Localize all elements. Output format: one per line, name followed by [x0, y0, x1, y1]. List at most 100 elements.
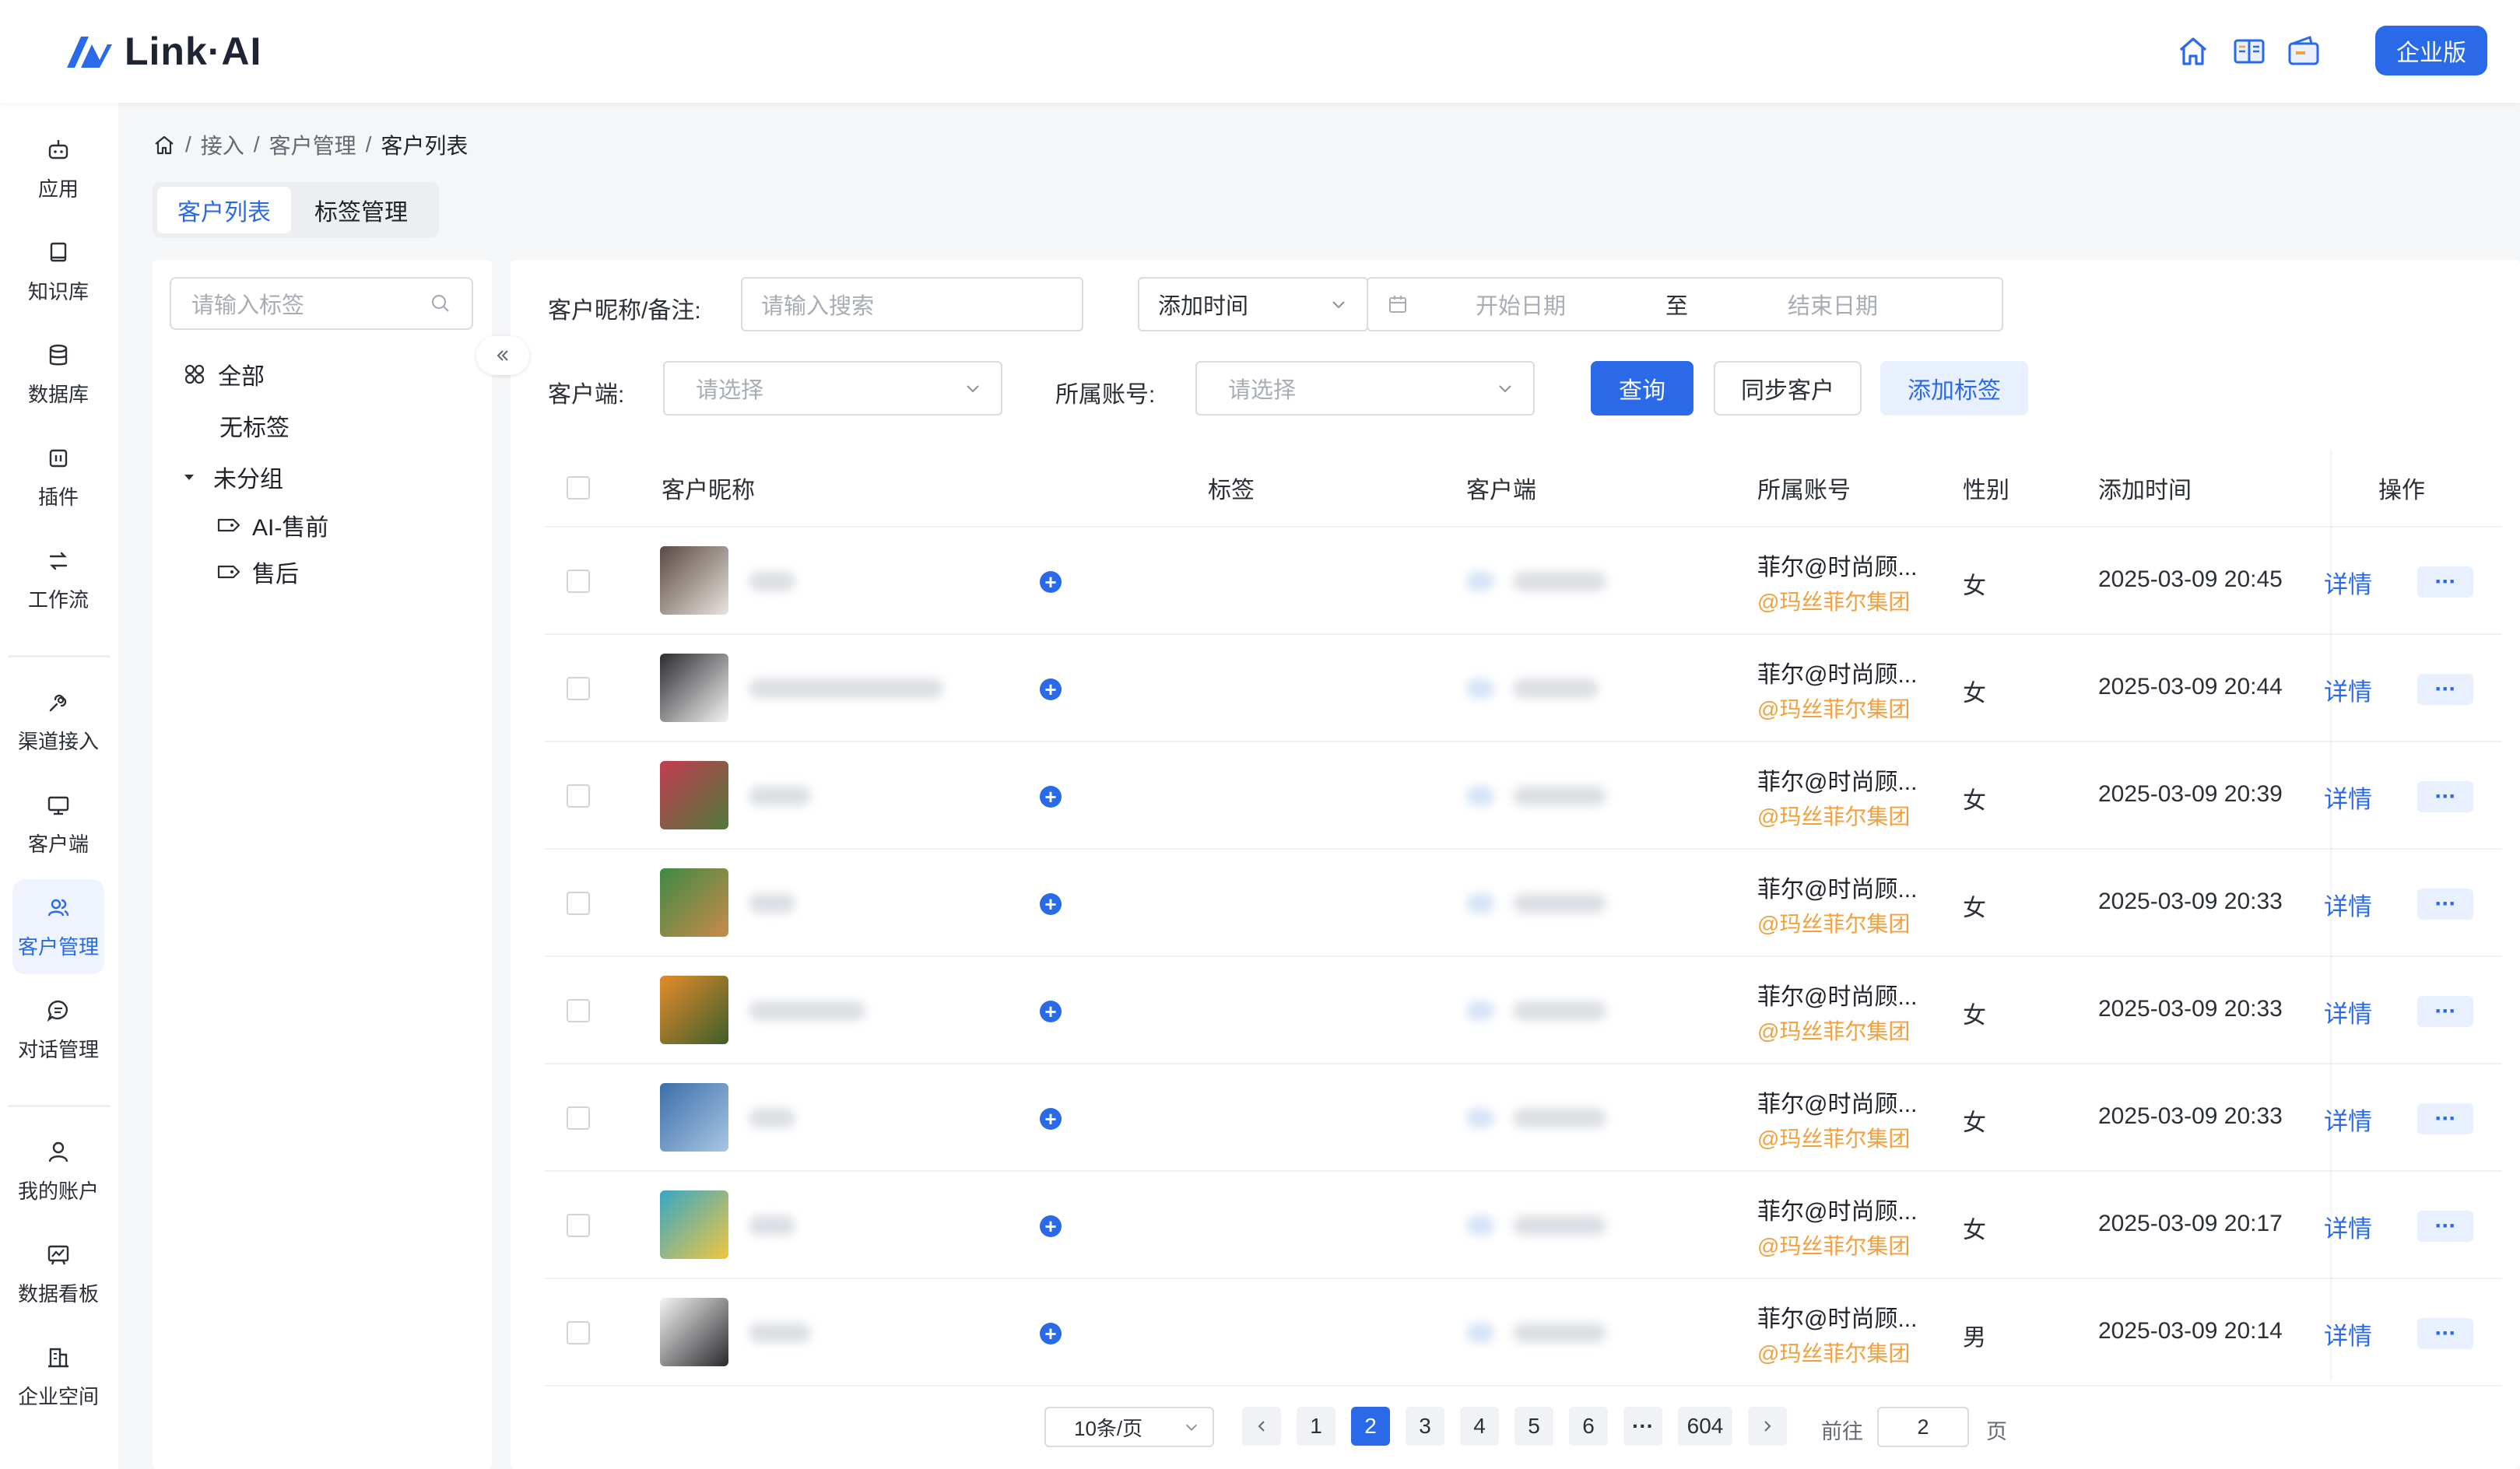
add-time-cell: 2025-03-09 20:33 [2098, 1103, 2283, 1129]
chart-board-icon [47, 1245, 69, 1264]
account-org: @玛丝菲尔集团 [1757, 1341, 1911, 1366]
add-tag-icon[interactable]: + [1040, 1215, 1062, 1237]
tree-node-label: 全部 [218, 364, 265, 390]
page-button[interactable]: 4 [1460, 1407, 1499, 1446]
row-checkbox[interactable] [567, 1214, 590, 1237]
start-date-input[interactable]: 开始日期 [1476, 288, 1566, 321]
tree-node-ai-presale[interactable]: AI-售前 [216, 506, 328, 545]
page-button-current[interactable]: 2 [1351, 1407, 1390, 1446]
sidebar-item-enterprise[interactable]: 企业空间 [12, 1329, 104, 1424]
client-name-redacted [1513, 893, 1606, 913]
more-actions-button[interactable]: ··· [2417, 996, 2473, 1027]
next-page-button[interactable] [1748, 1407, 1787, 1446]
account-select[interactable]: 请选择 [1195, 361, 1535, 415]
nickname-redacted [749, 1215, 795, 1236]
goto-page-input[interactable]: 2 [1877, 1407, 1969, 1447]
tree-node-aftersale[interactable]: 售后 [216, 552, 299, 591]
sidebar-item-workflow[interactable]: 工作流 [12, 532, 104, 627]
row-checkbox[interactable] [567, 677, 590, 700]
tag-search-input[interactable]: 请输入标签 [170, 277, 473, 330]
sidebar-item-database[interactable]: 数据库 [12, 327, 104, 422]
page-size-select[interactable]: 10条/页 [1044, 1407, 1214, 1447]
sidebar-item-label: 数据看板 [17, 1281, 99, 1306]
select-all-checkbox[interactable] [567, 476, 590, 500]
account-org: @玛丝菲尔集团 [1757, 912, 1911, 936]
page-button[interactable]: 6 [1569, 1407, 1608, 1446]
sidebar-item-knowledge[interactable]: 知识库 [12, 224, 104, 319]
collapse-panel-button[interactable] [476, 336, 529, 375]
add-tag-icon[interactable]: + [1040, 1323, 1062, 1345]
breadcrumb-item[interactable]: 客户管理 [269, 129, 356, 160]
sidebar-item-label: 插件 [37, 485, 79, 509]
sidebar-item-customers[interactable]: 客户管理 [12, 879, 104, 974]
tree-node-ungrouped[interactable]: 未分组 [181, 458, 283, 496]
more-actions-button[interactable]: ··· [2417, 889, 2473, 920]
time-type-value: 添加时间 [1158, 294, 1249, 319]
tab-customer-list[interactable]: 客户列表 [157, 187, 291, 233]
tree-node-all[interactable]: 全部 [182, 355, 265, 394]
column-header-time: 添加时间 [2098, 478, 2192, 503]
book-icon[interactable] [2230, 33, 2268, 70]
more-actions-button[interactable]: ··· [2417, 781, 2473, 812]
add-tag-icon[interactable]: + [1040, 678, 1062, 700]
sidebar-item-apps[interactable]: 应用 [12, 121, 104, 216]
sidebar-item-label: 渠道接入 [17, 729, 99, 753]
customer-list-panel: 客户昵称/备注: 请输入搜索 添加时间 开始日期 至 结束日期 客户端: 请选择… [511, 260, 2520, 1469]
enterprise-button[interactable]: 企业版 [2375, 26, 2487, 75]
tab-bar: 客户列表 标签管理 [153, 182, 439, 238]
more-actions-button[interactable]: ··· [2417, 1211, 2473, 1242]
robot-icon [48, 139, 68, 159]
date-range-picker[interactable]: 开始日期 至 结束日期 [1367, 277, 2003, 331]
sidebar-item-label: 客户管理 [17, 934, 99, 959]
prev-page-button[interactable] [1242, 1407, 1281, 1446]
sidebar-item-clients[interactable]: 客户端 [12, 777, 104, 871]
sidebar-item-account[interactable]: 我的账户 [12, 1124, 104, 1218]
time-type-select[interactable]: 添加时间 [1138, 277, 1368, 331]
tag-icon [217, 565, 240, 579]
row-checkbox[interactable] [567, 1321, 590, 1345]
tree-node-no-tag[interactable]: 无标签 [219, 406, 290, 445]
gender-cell: 女 [1963, 788, 1986, 814]
add-tag-icon[interactable]: + [1040, 893, 1062, 915]
tab-tag-management[interactable]: 标签管理 [294, 187, 428, 233]
page-ellipsis[interactable]: ··· [1623, 1407, 1662, 1446]
home-icon[interactable] [2174, 33, 2212, 70]
add-time-cell: 2025-03-09 20:44 [2098, 674, 2283, 699]
page-button[interactable]: 5 [1514, 1407, 1553, 1446]
query-button[interactable]: 查询 [1591, 361, 1693, 415]
add-tag-icon[interactable]: + [1040, 1108, 1062, 1130]
nickname-redacted [749, 1001, 865, 1021]
account-filter-label: 所属账号: [1055, 382, 1156, 408]
row-checkbox[interactable] [567, 1106, 590, 1130]
sidebar-item-channels[interactable]: 渠道接入 [12, 674, 104, 769]
sidebar-item-plugins[interactable]: 插件 [12, 429, 104, 524]
page-button-last[interactable]: 604 [1678, 1407, 1732, 1446]
nickname-redacted [749, 678, 943, 699]
nickname-search-input[interactable]: 请输入搜索 [741, 277, 1083, 331]
more-actions-button[interactable]: ··· [2417, 1318, 2473, 1349]
end-date-input[interactable]: 结束日期 [1788, 288, 1878, 321]
add-tag-icon[interactable]: + [1040, 786, 1062, 808]
more-actions-button[interactable]: ··· [2417, 566, 2473, 598]
add-tag-icon[interactable]: + [1040, 571, 1062, 593]
add-tag-button[interactable]: 添加标签 [1880, 361, 2028, 415]
sidebar-item-conversations[interactable]: 对话管理 [12, 982, 104, 1077]
sync-customers-button[interactable]: 同步客户 [1714, 361, 1862, 415]
more-actions-button[interactable]: ··· [2417, 674, 2473, 705]
logo[interactable]: Link·AI [65, 28, 261, 75]
client-select[interactable]: 请选择 [663, 361, 1002, 415]
more-actions-button[interactable]: ··· [2417, 1103, 2473, 1134]
page-button[interactable]: 1 [1297, 1407, 1335, 1446]
home-icon[interactable] [153, 133, 176, 156]
page-button[interactable]: 3 [1406, 1407, 1444, 1446]
add-tag-icon[interactable]: + [1040, 1001, 1062, 1022]
client-name-redacted [1513, 1001, 1606, 1021]
breadcrumb-item[interactable]: 接入 [201, 129, 244, 160]
row-checkbox[interactable] [567, 892, 590, 915]
row-checkbox[interactable] [567, 570, 590, 593]
row-checkbox[interactable] [567, 784, 590, 808]
caret-down-icon[interactable] [181, 468, 198, 486]
sidebar-item-dashboard[interactable]: 数据看板 [12, 1226, 104, 1321]
row-checkbox[interactable] [567, 999, 590, 1022]
wallet-icon[interactable] [2285, 33, 2322, 70]
